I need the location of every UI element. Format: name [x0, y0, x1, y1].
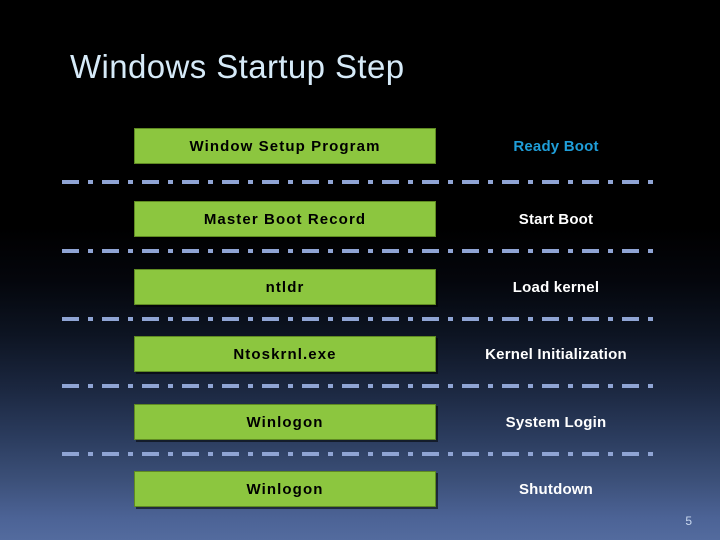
component-box[interactable]: Winlogon — [134, 404, 436, 440]
component-box-label: Window Setup Program — [189, 137, 381, 155]
stage-label: Shutdown — [518, 480, 594, 498]
row-divider — [62, 180, 656, 184]
component-box-label: Winlogon — [246, 413, 324, 431]
component-box-label: Ntoskrnl.exe — [233, 345, 337, 363]
row-divider — [62, 452, 656, 456]
component-box[interactable]: Window Setup Program — [134, 128, 436, 164]
component-box[interactable]: Ntoskrnl.exe — [134, 336, 436, 372]
component-box-label: ntldr — [265, 278, 305, 296]
page-title: Windows Startup Step — [70, 48, 405, 85]
stage-label: Ready Boot — [513, 137, 599, 155]
startup-step-row: Ntoskrnl.exe Kernel Initialization — [0, 336, 720, 374]
row-divider — [62, 384, 656, 388]
startup-step-row: Winlogon Shutdown — [0, 471, 720, 509]
startup-step-row: Winlogon System Login — [0, 404, 720, 442]
startup-step-row: ntldr Load kernel — [0, 269, 720, 307]
component-box[interactable]: ntldr — [134, 269, 436, 305]
stage-label: Kernel Initialization — [485, 345, 627, 363]
stage-label: Load kernel — [512, 278, 600, 296]
stage-label: System Login — [505, 413, 607, 431]
component-box-label: Winlogon — [246, 480, 324, 498]
row-divider — [62, 317, 656, 321]
stage-label: Start Boot — [518, 210, 594, 228]
slide-canvas: Windows Startup Step Window Setup Progra… — [0, 0, 720, 540]
component-box-label: Master Boot Record — [203, 210, 367, 228]
startup-step-row: Window Setup Program Ready Boot — [0, 128, 720, 166]
component-box[interactable]: Master Boot Record — [134, 201, 436, 237]
page-number: 5 — [685, 514, 692, 528]
startup-step-row: Master Boot Record Start Boot — [0, 201, 720, 239]
row-divider — [62, 249, 656, 253]
component-box[interactable]: Winlogon — [134, 471, 436, 507]
